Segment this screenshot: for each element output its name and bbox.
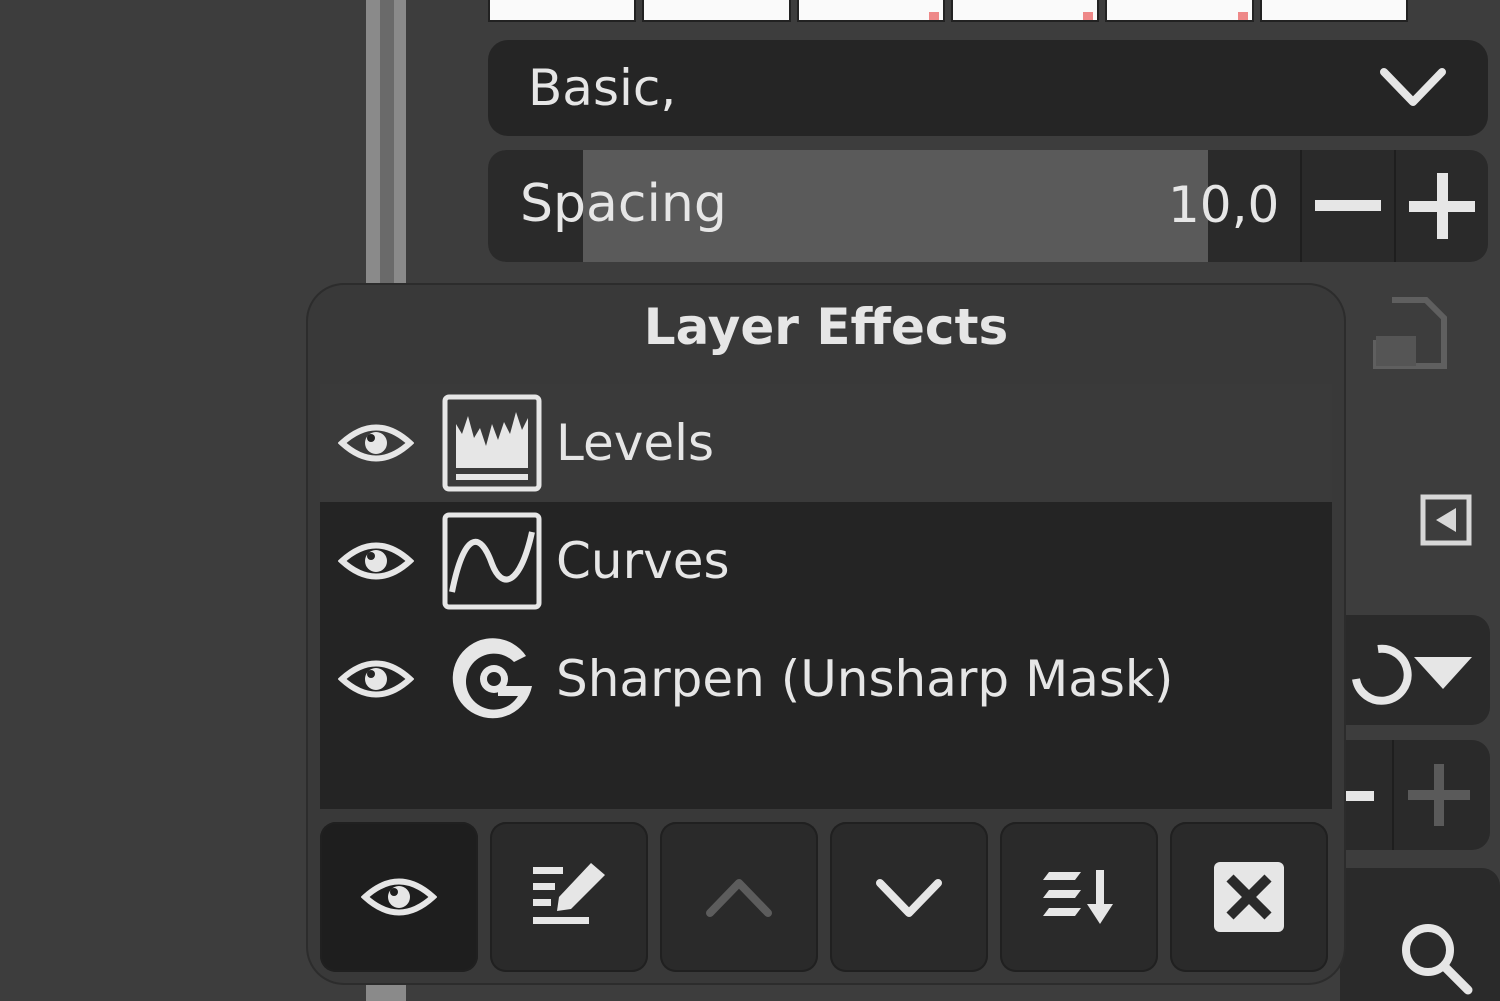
brush-preview[interactable] [1105, 0, 1254, 22]
eye-icon[interactable] [338, 654, 414, 704]
eye-icon[interactable] [338, 418, 414, 468]
eye-icon[interactable] [338, 536, 414, 586]
spacing-spinscale[interactable]: Spacing 10,0 [488, 150, 1488, 262]
spacing-decrease-button[interactable] [1300, 150, 1394, 262]
toggle-visibility-button[interactable] [320, 822, 478, 972]
paste-icon[interactable] [1372, 296, 1448, 370]
effect-row-sharpen[interactable]: Sharpen (Unsharp Mask) [320, 620, 1332, 738]
brush-tag-value: Basic, [528, 59, 677, 117]
brush-preview[interactable] [642, 0, 791, 22]
raise-effect-button[interactable] [660, 822, 818, 972]
brush-preview[interactable] [488, 0, 637, 22]
plus-icon [1408, 764, 1470, 826]
preview-toggle-icon[interactable] [1420, 494, 1472, 546]
edit-effect-button[interactable] [490, 822, 648, 972]
levels-icon [442, 394, 542, 492]
chevron-down-icon [876, 879, 942, 917]
brush-preview[interactable] [1259, 0, 1408, 22]
brush-tag-dropdown[interactable]: Basic, [488, 40, 1488, 136]
minus-icon [1344, 791, 1374, 801]
plus-icon [1409, 173, 1475, 239]
curves-icon [442, 512, 542, 610]
dock-scrollbar-lower [366, 985, 406, 1001]
edit-icon [533, 863, 605, 924]
spacing-label: Spacing [520, 174, 727, 234]
search-icon [1402, 924, 1473, 995]
eye-icon [361, 878, 437, 916]
chevron-up-icon [706, 879, 772, 917]
lower-effect-button[interactable] [830, 822, 988, 972]
brush-preview-strip[interactable] [488, 0, 1408, 26]
merge-down-icon [1043, 870, 1113, 924]
gegl-icon [452, 638, 532, 719]
effect-name: Curves [556, 532, 730, 590]
size-stepper-panel[interactable] [1340, 740, 1490, 850]
dock-scrollbar-thumb[interactable] [380, 0, 394, 300]
delete-icon [1214, 862, 1284, 932]
merge-effects-button[interactable] [1000, 822, 1158, 972]
zoom-panel[interactable] [1340, 868, 1500, 1001]
popover-title: Layer Effects [643, 298, 1009, 356]
effect-row-levels[interactable]: Levels [320, 384, 1332, 502]
minus-icon [1315, 200, 1381, 211]
spacing-value: 10,0 [1168, 176, 1280, 234]
effects-toolbar [320, 822, 1332, 972]
reset-icon [1352, 644, 1472, 705]
delete-effect-button[interactable] [1170, 822, 1328, 972]
spacing-increase-button[interactable] [1394, 150, 1488, 262]
chevron-down-icon [1380, 68, 1446, 106]
brush-preview[interactable] [950, 0, 1100, 22]
effect-row-curves[interactable]: Curves [320, 502, 1332, 620]
reset-dropdown-panel[interactable] [1340, 615, 1490, 725]
effect-name: Sharpen (Unsharp Mask) [556, 650, 1174, 708]
brush-preview[interactable] [796, 0, 945, 22]
effects-list[interactable]: Levels Curves Sharpen (Unsharp Mask) [320, 384, 1332, 809]
effect-name: Levels [556, 414, 715, 472]
